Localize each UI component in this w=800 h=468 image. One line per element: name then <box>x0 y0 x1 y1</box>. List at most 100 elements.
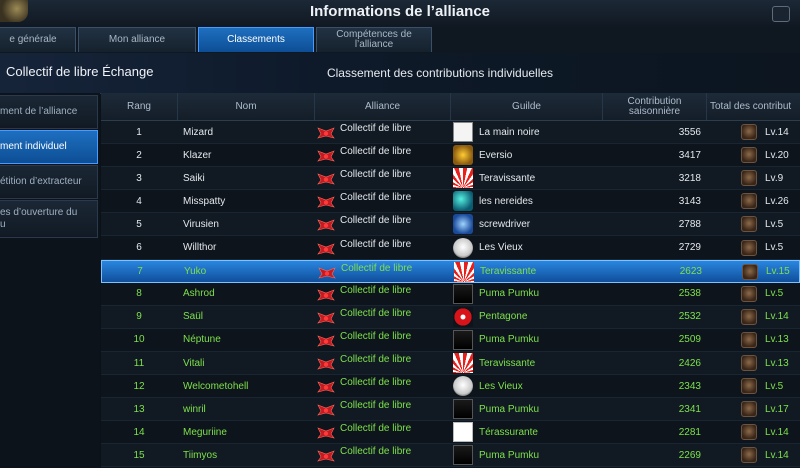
menu-icon[interactable] <box>772 6 790 22</box>
contribution-cell: 2623 <box>679 266 702 278</box>
section-banner: Collectif de libre Échange Classement de… <box>0 53 800 94</box>
guild-name[interactable]: Teravissante <box>479 173 535 184</box>
tab-rankings[interactable]: Classements <box>198 27 314 52</box>
header-guild[interactable]: Guilde <box>451 93 603 120</box>
header-name[interactable]: Nom <box>178 93 315 120</box>
table-row[interactable]: 12 Welcometohell Collectif de libre Les Vie… <box>101 375 800 399</box>
table-row[interactable]: 15 Tiimyos Collectif de libre Puma Pumku 226… <box>101 444 800 468</box>
player-name[interactable]: winril <box>183 398 313 420</box>
sidebar-item-extractor-competition[interactable]: étition d’extracteur <box>0 165 98 199</box>
rising-sun-icon <box>454 261 474 282</box>
contribution-cell: 2729 <box>678 242 701 253</box>
table-row[interactable]: 5 Virusien Collectif de libre screwdriver 27… <box>101 213 800 237</box>
player-name[interactable]: Vitali <box>183 352 313 374</box>
sidebar-item-individual-ranking[interactable]: ment individuel <box>0 130 98 164</box>
alliance-cell: Collectif de libre <box>316 352 451 376</box>
player-name[interactable]: Saiki <box>183 167 313 189</box>
guild-name[interactable]: les nereides <box>479 196 533 207</box>
alliance-flag-icon <box>317 173 335 185</box>
alliance-cell: Collectif de libre <box>316 398 451 422</box>
level-cell: Lv.13 <box>741 329 800 351</box>
player-name[interactable]: Ashrod <box>183 283 313 305</box>
sidebar-item-alliance-ranking[interactable]: ment de l’alliance <box>0 95 98 129</box>
sidebar-item-opening[interactable]: es d’ouverture du u <box>0 200 98 238</box>
guild-name[interactable]: Les Vieux <box>479 381 523 392</box>
alliance-name-cell: Collectif de libre <box>340 354 412 365</box>
header-contribution[interactable]: Contribution saisonnière <box>603 93 707 120</box>
contribution-cell: 2538 <box>678 288 701 300</box>
contribution-cell: 3218 <box>678 172 701 184</box>
table-row[interactable]: 2 Klazer Collectif de libre Eversio 3417 Lv.2… <box>101 144 800 168</box>
player-name[interactable]: Mizard <box>183 121 313 143</box>
level-cell: Lv.13 <box>741 352 800 374</box>
player-name[interactable]: Klazer <box>183 144 313 166</box>
level-value: Lv.15 <box>766 266 790 278</box>
guild-cell: Puma Pumku <box>453 283 603 305</box>
rank-cell: 10 <box>133 334 145 346</box>
rank-badge-icon <box>741 331 757 348</box>
table-row[interactable]: 6 Willthor Collectif de libre Les Vieux 2729… <box>101 236 800 260</box>
rising-sun-icon <box>453 353 473 373</box>
table-row[interactable]: 8 Ashrod Collectif de libre Puma Pumku 2538 L… <box>101 282 800 307</box>
rising-sun-icon <box>453 168 473 189</box>
header-rank[interactable]: Rang <box>101 93 178 120</box>
contribution-cell: 2532 <box>678 311 701 323</box>
guild-name[interactable]: Térassurante <box>479 427 538 438</box>
player-name[interactable]: Néptune <box>183 329 313 351</box>
sidebar-item-label: es d’ouverture du u <box>0 207 78 230</box>
player-name[interactable]: Saül <box>183 306 313 328</box>
mask-icon <box>453 445 473 466</box>
table-row[interactable]: 10 Néptune Collectif de libre Puma Pumku 250… <box>101 328 800 352</box>
guild-name[interactable]: Puma Pumku <box>479 288 539 299</box>
guild-name[interactable]: Teravissante <box>480 266 536 277</box>
player-name[interactable]: Welcometohell <box>183 375 313 397</box>
alliance-name-cell: Collectif de libre <box>340 330 412 342</box>
guild-name[interactable]: Puma Pumku <box>479 334 539 345</box>
rank-cell: 12 <box>133 380 145 392</box>
player-name[interactable]: Misspatty <box>183 190 313 212</box>
table-row[interactable]: 4 Misspatty Collectif de libre les nereides… <box>101 190 800 214</box>
player-name[interactable]: Yuko <box>184 261 314 283</box>
table-row[interactable]: 13 winril Collectif de libre Puma Pumku 2341… <box>101 398 800 422</box>
player-name[interactable]: Meguriine <box>183 421 313 443</box>
guild-name[interactable]: La main noire <box>479 127 540 138</box>
alliance-name-cell: Collectif de libre <box>340 423 412 435</box>
guild-cell: Les Vieux <box>453 375 603 397</box>
header-total[interactable]: Total des contribut <box>707 93 800 120</box>
table-row[interactable]: 3 Saiki Collectif de libre Teravissante 3218… <box>101 167 800 191</box>
guild-name[interactable]: Pentagone <box>479 311 527 322</box>
rank-cell: 3 <box>136 172 142 184</box>
player-name[interactable]: Tiimyos <box>183 444 313 466</box>
tab-label: Mon alliance <box>108 34 166 45</box>
table-row[interactable]: 11 Vitali Collectif de libre Teravissante 24… <box>101 352 800 375</box>
table-row[interactable]: 7 Yuko Collectif de libre Teravissante 2623 L… <box>101 259 800 285</box>
table-row[interactable]: 9 Saül Collectif de libre Pentagone 2532 Lv.1… <box>101 305 800 329</box>
guild-name[interactable]: screwdriver <box>479 219 530 230</box>
alliance-name: Collectif de libre Échange <box>6 64 154 79</box>
rank-cell: 2 <box>136 149 142 161</box>
alliance-name-cell: Collectif de libre <box>340 192 412 204</box>
tab-overview[interactable]: e générale <box>0 27 76 52</box>
tab-alliance-skills[interactable]: Compétences de l’alliance <box>316 27 432 52</box>
tab-my-alliance[interactable]: Mon alliance <box>78 27 196 52</box>
rank-cell: 15 <box>133 449 145 461</box>
contribution-cell: 2788 <box>678 218 701 230</box>
rank-cell: 1 <box>136 126 142 138</box>
guild-name[interactable]: Les Vieux <box>479 242 523 253</box>
sidebar-item-label: ment individuel <box>0 141 67 152</box>
guild-name[interactable]: Puma Pumku <box>479 404 539 415</box>
alliance-cell: Collectif de libre <box>316 283 451 307</box>
guild-name[interactable]: Teravissante <box>479 358 535 369</box>
table-row[interactable]: 14 Meguriine Collectif de libre Térassurant… <box>101 421 800 445</box>
guild-name[interactable]: Puma Pumku <box>479 450 539 461</box>
player-name[interactable]: Virusien <box>183 213 313 235</box>
alliance-cell: Collectif de libre <box>317 261 452 285</box>
table-row[interactable]: 1 Mizard Collectif de libre La main noire 35… <box>101 121 800 144</box>
header-alliance[interactable]: Alliance <box>315 93 451 120</box>
guild-name[interactable]: Eversio <box>479 150 512 161</box>
level-value: Lv.14 <box>765 426 789 438</box>
alliance-flag-icon <box>317 381 335 393</box>
contribution-cell: 2341 <box>678 403 701 415</box>
rank-badge-icon <box>741 424 757 441</box>
player-name[interactable]: Willthor <box>183 237 313 259</box>
